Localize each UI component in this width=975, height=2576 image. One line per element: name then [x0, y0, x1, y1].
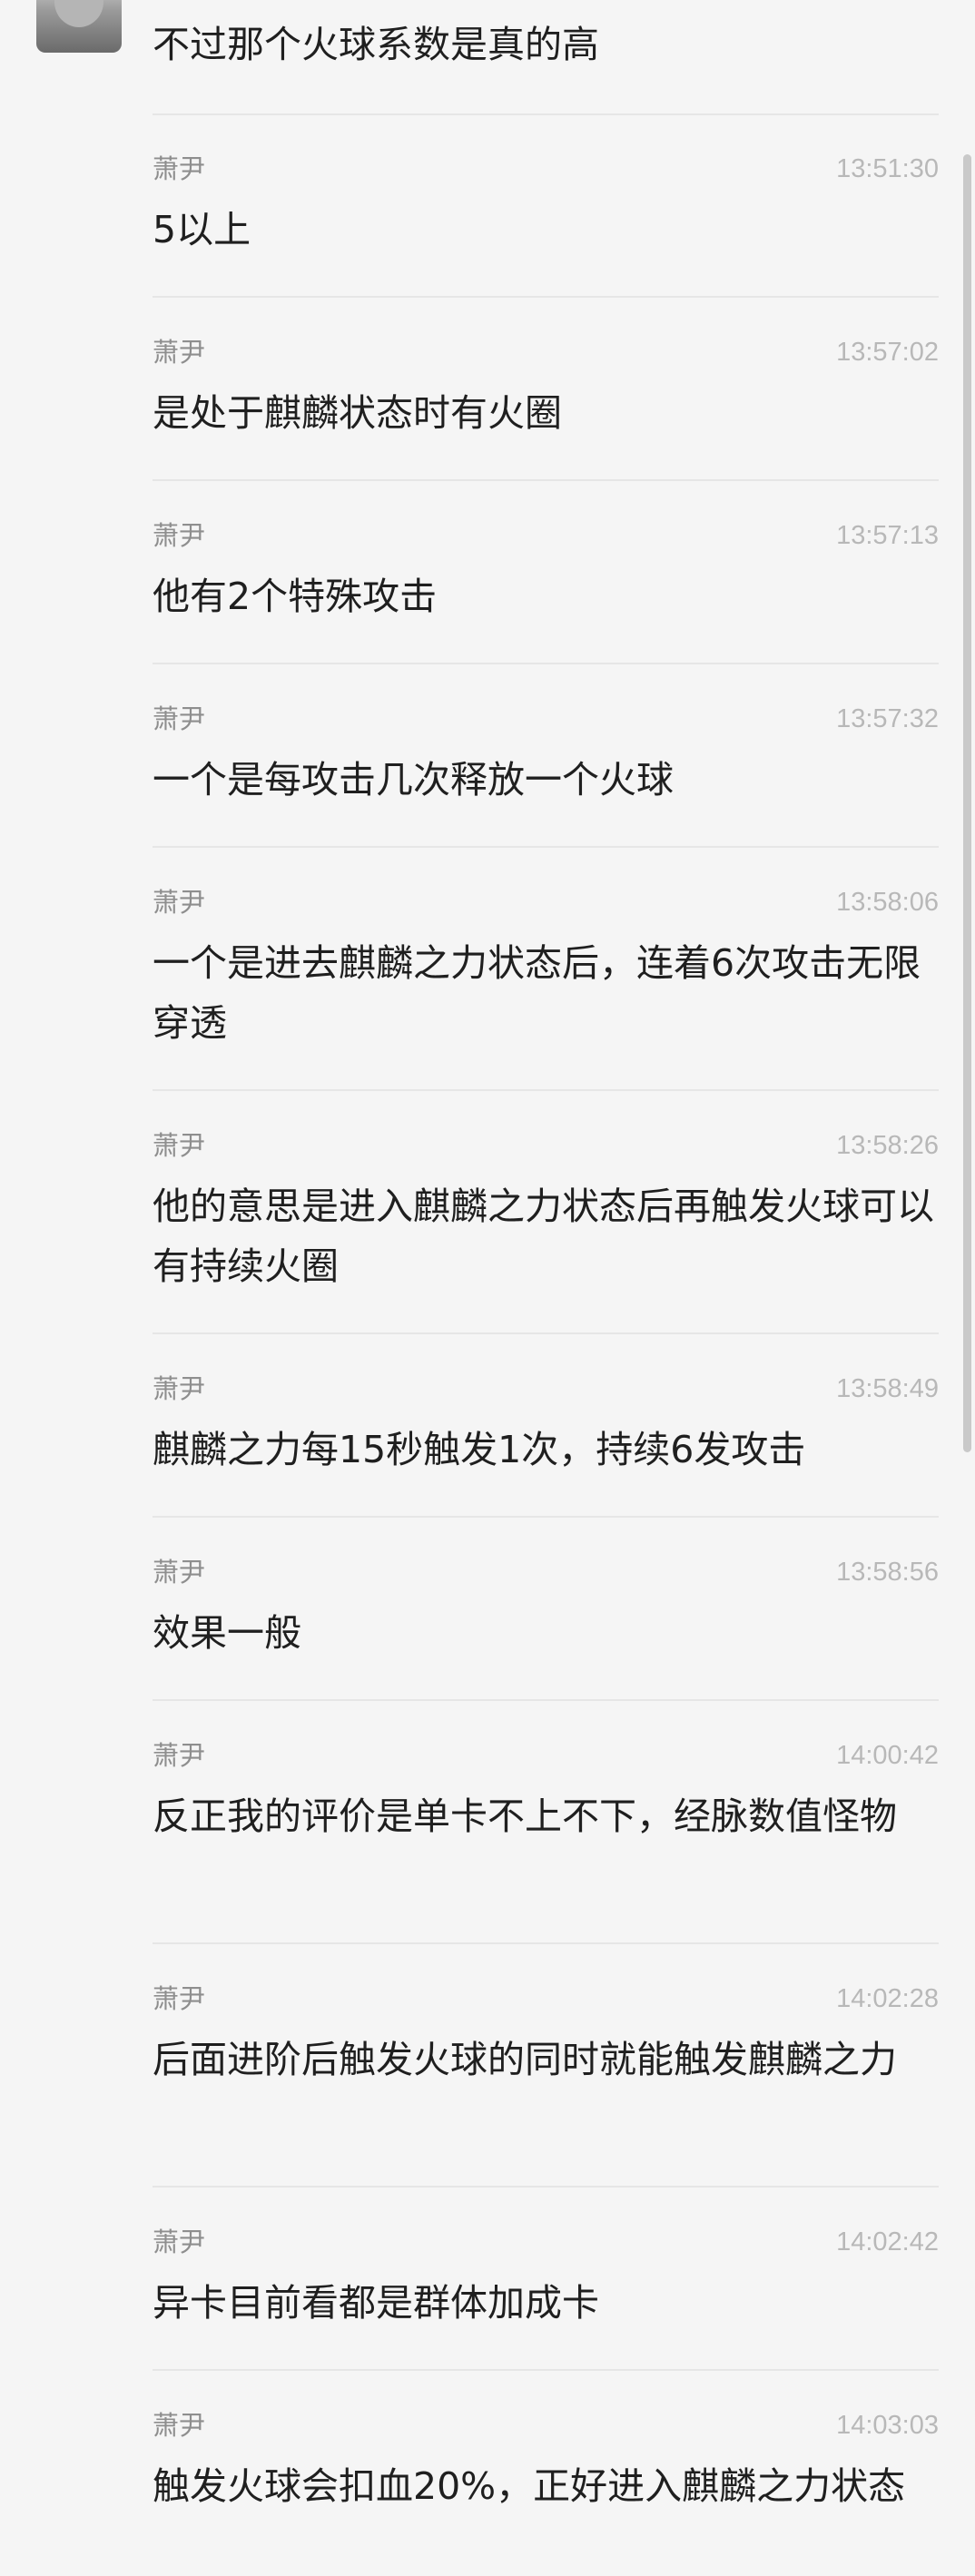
message-sender: 萧尹 — [153, 887, 206, 918]
avatar-face — [54, 0, 103, 27]
message-item[interactable]: 萧尹 13:57:02 是处于麒麟状态时有火圈 — [153, 298, 939, 481]
message-item[interactable]: 萧尹 13:57:13 他有2个特殊攻击 — [153, 481, 939, 664]
message-text: 他有2个特殊攻击 — [153, 575, 438, 618]
message-time: 13:58:49 — [836, 1374, 939, 1403]
message-text: 触发火球会扣血20%，正好进入麒麟之力状态 — [153, 2464, 906, 2508]
message-time: 13:57:13 — [836, 521, 939, 550]
scrollbar-thumb[interactable] — [963, 154, 971, 1452]
message-item[interactable]: 萧尹 14:02:42 异卡目前看都是群体加成卡 — [153, 2188, 939, 2371]
message-item[interactable]: 萧尹 14:02:28 后面进阶后触发火球的同时就能触发麒麟之力 — [153, 1944, 939, 2188]
message-item[interactable]: 萧尹 13:57:32 一个是每攻击几次释放一个火球 — [153, 664, 939, 848]
user-avatar[interactable] — [36, 0, 122, 53]
message-text: 麒麟之力每15秒触发1次，持续6发攻击 — [153, 1428, 806, 1471]
message-sender: 萧尹 — [153, 1740, 206, 1771]
message-sender: 萧尹 — [153, 703, 206, 734]
message-item[interactable]: 不过那个火球系数是真的高 — [153, 0, 939, 115]
message-sender: 萧尹 — [153, 153, 206, 184]
message-sender: 萧尹 — [153, 1983, 206, 2014]
message-sender: 萧尹 — [153, 1373, 206, 1404]
message-item[interactable]: 萧尹 13:51:30 5以上 — [153, 114, 939, 298]
message-time: 14:02:42 — [836, 2227, 939, 2256]
message-text: 效果一般 — [153, 1611, 301, 1655]
message-time: 14:00:42 — [836, 1741, 939, 1770]
message-text: 是处于麒麟状态时有火圈 — [153, 391, 562, 435]
message-item[interactable]: 萧尹 14:03:03 触发火球会扣血20%，正好进入麒麟之力状态 — [153, 2371, 939, 2576]
message-item[interactable]: 萧尹 13:58:06 一个是进去麒麟之力状态后，连着6次攻击无限穿透 — [153, 848, 939, 1091]
message-sender: 萧尹 — [153, 2227, 206, 2257]
message-item[interactable]: 萧尹 13:58:26 他的意思是进入麒麟之力状态后再触发火球可以有持续火圈 — [153, 1091, 939, 1334]
message-text: 5以上 — [153, 208, 251, 251]
chat-history[interactable]: 不过那个火球系数是真的高 萧尹 13:51:30 5以上 萧尹 13:57:02… — [0, 0, 975, 2576]
message-text: 异卡目前看都是群体加成卡 — [153, 2281, 599, 2325]
message-time: 14:03:03 — [836, 2411, 939, 2440]
message-item[interactable]: 萧尹 13:58:56 效果一般 — [153, 1518, 939, 1701]
message-sender: 萧尹 — [153, 2410, 206, 2441]
message-text: 一个是进去麒麟之力状态后，连着6次攻击无限穿透 — [153, 941, 921, 1045]
message-text: 他的意思是进入麒麟之力状态后再触发火球可以有持续火圈 — [153, 1185, 934, 1288]
message-time: 13:57:32 — [836, 704, 939, 733]
message-time: 13:57:02 — [836, 338, 939, 367]
message-text: 反正我的评价是单卡不上不下，经脉数值怪物 — [153, 1794, 897, 1838]
message-time: 13:58:56 — [836, 1558, 939, 1587]
message-sender: 萧尹 — [153, 520, 206, 551]
message-text: 不过那个火球系数是真的高 — [153, 23, 599, 66]
message-time: 13:58:06 — [836, 888, 939, 917]
message-text: 后面进阶后触发火球的同时就能触发麒麟之力 — [153, 2038, 897, 2081]
message-time: 13:51:30 — [836, 154, 939, 183]
message-sender: 萧尹 — [153, 337, 206, 368]
message-time: 13:58:26 — [836, 1131, 939, 1160]
message-sender: 萧尹 — [153, 1557, 206, 1588]
message-item[interactable]: 萧尹 14:00:42 反正我的评价是单卡不上不下，经脉数值怪物 — [153, 1701, 939, 1944]
message-sender: 萧尹 — [153, 1130, 206, 1161]
message-text: 一个是每攻击几次释放一个火球 — [153, 758, 674, 801]
message-time: 14:02:28 — [836, 1984, 939, 2013]
message-item[interactable]: 萧尹 13:58:49 麒麟之力每15秒触发1次，持续6发攻击 — [153, 1334, 939, 1518]
